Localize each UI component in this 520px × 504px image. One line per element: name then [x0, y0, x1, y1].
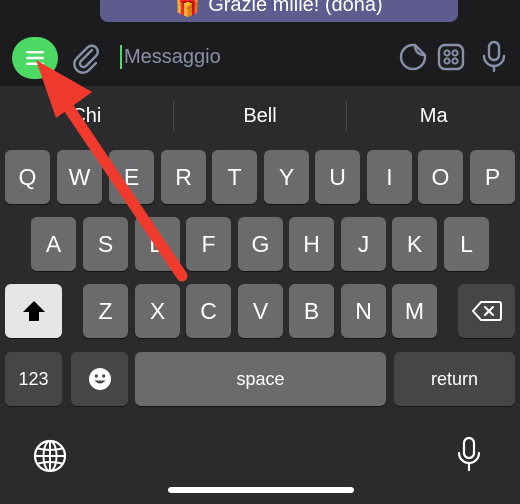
text-caret [120, 45, 122, 69]
shift-icon [22, 301, 45, 321]
key-f[interactable]: F [186, 217, 231, 271]
emoji-key[interactable] [71, 352, 128, 406]
return-key[interactable]: return [394, 352, 515, 406]
key-m[interactable]: M [392, 284, 437, 338]
key-r[interactable]: R [161, 150, 206, 204]
smiley-icon [88, 368, 111, 390]
key-x[interactable]: X [135, 284, 180, 338]
key-p[interactable]: P [470, 150, 515, 204]
home-indicator [168, 487, 354, 493]
suggestion-2[interactable]: Bell [174, 96, 347, 136]
chat-area: 🎁 Grazie mille! (donà) [0, 0, 520, 30]
key-c[interactable]: C [186, 284, 231, 338]
backspace-icon [471, 301, 502, 321]
key-b[interactable]: B [289, 284, 334, 338]
keyboard: Chi Bell Ma Q W E R T Y U I O P A S D F … [0, 86, 520, 504]
gift-emoji: 🎁 [175, 0, 201, 18]
suggestion-bar: Chi Bell Ma [0, 96, 520, 136]
key-t[interactable]: T [212, 150, 257, 204]
key-v[interactable]: V [238, 284, 283, 338]
message-input-bar: Messaggio [0, 30, 520, 86]
key-q[interactable]: Q [5, 150, 50, 204]
dictation-microphone-icon[interactable] [456, 436, 482, 474]
sticker-icon[interactable] [398, 42, 428, 72]
globe-icon[interactable] [32, 438, 68, 474]
key-z[interactable]: Z [83, 284, 128, 338]
key-u[interactable]: U [315, 150, 360, 204]
backspace-key[interactable] [458, 284, 515, 338]
suggestion-1[interactable]: Chi [0, 96, 173, 136]
shift-key[interactable] [5, 284, 62, 338]
message-bubble[interactable]: 🎁 Grazie mille! (donà) [100, 0, 458, 22]
key-g[interactable]: G [238, 217, 283, 271]
key-n[interactable]: N [341, 284, 386, 338]
microphone-icon[interactable] [479, 40, 509, 74]
key-s[interactable]: S [83, 217, 128, 271]
message-placeholder: Messaggio [124, 45, 221, 68]
suggestion-3[interactable]: Ma [347, 96, 520, 136]
key-d[interactable]: D [135, 217, 180, 271]
numbers-key[interactable]: 123 [5, 352, 62, 406]
paperclip-icon[interactable] [70, 42, 100, 74]
key-a[interactable]: A [31, 217, 76, 271]
message-input[interactable]: Messaggio [120, 40, 390, 74]
key-j[interactable]: J [341, 217, 386, 271]
message-text: Grazie mille! (donà) [208, 0, 383, 16]
key-l[interactable]: L [444, 217, 489, 271]
key-w[interactable]: W [57, 150, 102, 204]
emoji-grid-icon[interactable] [436, 42, 466, 72]
key-o[interactable]: O [418, 150, 463, 204]
space-key[interactable]: space [135, 352, 386, 406]
menu-icon [26, 51, 44, 65]
key-h[interactable]: H [289, 217, 334, 271]
key-y[interactable]: Y [264, 150, 309, 204]
key-k[interactable]: K [392, 217, 437, 271]
menu-button[interactable] [12, 37, 58, 79]
key-i[interactable]: I [367, 150, 412, 204]
key-e[interactable]: E [109, 150, 154, 204]
